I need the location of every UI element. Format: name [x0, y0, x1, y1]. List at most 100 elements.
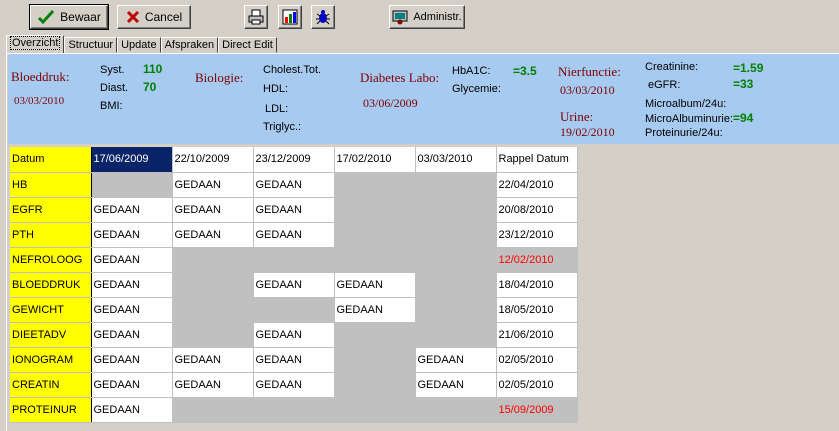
- grid-cell[interactable]: [334, 322, 416, 348]
- rappel-date-cell[interactable]: 12/02/2010: [496, 247, 578, 273]
- grid-cell[interactable]: [415, 322, 497, 348]
- grid-cell[interactable]: GEDAAN: [91, 272, 173, 298]
- rappel-date-cell[interactable]: 21/06/2010: [496, 322, 578, 348]
- microalbuminurie-value: =94: [733, 111, 754, 125]
- grid-cell[interactable]: [172, 322, 254, 348]
- row-label[interactable]: IONOGRAM: [10, 347, 92, 373]
- egfr-label: eGFR:: [648, 79, 681, 91]
- grid-cell[interactable]: GEDAAN: [172, 172, 254, 198]
- grid-cell[interactable]: GEDAAN: [172, 347, 254, 373]
- grid-cell[interactable]: [415, 222, 497, 248]
- grid-cell[interactable]: [91, 172, 173, 198]
- grid-cell[interactable]: [334, 397, 416, 423]
- grid-cell[interactable]: GEDAAN: [172, 197, 254, 223]
- grid-cell[interactable]: GEDAAN: [253, 197, 335, 223]
- admin-icon: [392, 10, 408, 25]
- rappel-date-cell[interactable]: 22/04/2010: [496, 172, 578, 198]
- tab-direct-edit[interactable]: Direct Edit: [218, 37, 277, 53]
- rappel-date-cell[interactable]: 02/05/2010: [496, 372, 578, 398]
- grid-cell[interactable]: [334, 247, 416, 273]
- cancel-button[interactable]: Cancel: [117, 5, 191, 29]
- syst-value: 110: [143, 62, 163, 76]
- rappel-date-cell[interactable]: 15/09/2009: [496, 397, 578, 423]
- table-row: HB GEDAAN GEDAAN 22/04/2010: [10, 172, 578, 198]
- rappel-date-cell[interactable]: 02/05/2010: [496, 347, 578, 373]
- row-label[interactable]: NEFROLOOG: [10, 247, 92, 273]
- grid-cell[interactable]: [334, 372, 416, 398]
- rappel-date-cell[interactable]: 18/04/2010: [496, 272, 578, 298]
- row-label[interactable]: BLOEDDRUK: [10, 272, 92, 298]
- row-label[interactable]: CREATIN: [10, 372, 92, 398]
- grid-cell[interactable]: GEDAAN: [91, 247, 173, 273]
- grid-cell[interactable]: GEDAAN: [91, 322, 173, 348]
- grid-cell[interactable]: GEDAAN: [253, 372, 335, 398]
- grid-date-header[interactable]: 17/02/2010: [334, 147, 416, 173]
- table-row: PTH GEDAAN GEDAAN GEDAAN 23/12/2010: [10, 222, 578, 248]
- grid-cell[interactable]: [415, 247, 497, 273]
- grid-cell[interactable]: GEDAAN: [334, 297, 416, 323]
- grid-date-header[interactable]: 22/10/2009: [172, 147, 254, 173]
- row-label[interactable]: EGFR: [10, 197, 92, 223]
- tab-structuur[interactable]: Structuur: [64, 37, 118, 53]
- bug-button[interactable]: [311, 5, 335, 29]
- grid-cell[interactable]: GEDAAN: [172, 372, 254, 398]
- grid-cell[interactable]: GEDAAN: [253, 222, 335, 248]
- grid-cell[interactable]: GEDAAN: [253, 172, 335, 198]
- table-row: CREATIN GEDAAN GEDAAN GEDAAN GEDAAN 02/05/201…: [10, 372, 578, 398]
- grid-date-header[interactable]: 03/03/2010: [415, 147, 497, 173]
- print-button[interactable]: [244, 5, 268, 29]
- admin-button[interactable]: Administr.: [389, 5, 465, 29]
- grid-cell[interactable]: GEDAAN: [91, 372, 173, 398]
- grid-cell[interactable]: [415, 397, 497, 423]
- row-label[interactable]: DIEETADV: [10, 322, 92, 348]
- grid-cell[interactable]: [253, 397, 335, 423]
- grid-cell[interactable]: [172, 297, 254, 323]
- row-label[interactable]: PTH: [10, 222, 92, 248]
- rappel-date-cell[interactable]: 23/12/2010: [496, 222, 578, 248]
- save-button[interactable]: Bewaar: [29, 4, 109, 30]
- grid-cell[interactable]: [334, 172, 416, 198]
- grid-cell[interactable]: GEDAAN: [415, 372, 497, 398]
- tab-update[interactable]: Update: [117, 37, 161, 53]
- row-label[interactable]: GEWICHT: [10, 297, 92, 323]
- grid-cell[interactable]: GEDAAN: [91, 197, 173, 223]
- grid-cell[interactable]: GEDAAN: [253, 347, 335, 373]
- cholest-label: Cholest.Tot.: [263, 64, 322, 76]
- row-label[interactable]: PROTEINUR: [10, 397, 92, 423]
- grid-cell[interactable]: [415, 172, 497, 198]
- grid-cell[interactable]: [334, 222, 416, 248]
- tab-overzicht[interactable]: Overzicht: [6, 35, 65, 53]
- grid-cell[interactable]: [172, 247, 254, 273]
- grid-cell[interactable]: [415, 197, 497, 223]
- triglyc-label: Triglyc.:: [263, 121, 302, 133]
- grid-cell[interactable]: [334, 197, 416, 223]
- grid-cell[interactable]: GEDAAN: [91, 297, 173, 323]
- grid-cell[interactable]: GEDAAN: [91, 222, 173, 248]
- chart-button[interactable]: [278, 5, 302, 29]
- bug-icon: [316, 10, 330, 25]
- grid-date-header[interactable]: 17/06/2009: [91, 147, 173, 173]
- grid-cell[interactable]: [172, 272, 254, 298]
- tab-afspraken[interactable]: Afspraken: [160, 37, 219, 53]
- grid-cell[interactable]: [415, 297, 497, 323]
- grid-cell[interactable]: GEDAAN: [172, 222, 254, 248]
- grid-cell[interactable]: GEDAAN: [91, 347, 173, 373]
- grid-cell[interactable]: [334, 347, 416, 373]
- grid-cell[interactable]: GEDAAN: [253, 322, 335, 348]
- proteinurie-label: Proteinurie/24u:: [645, 127, 723, 139]
- grid-cell[interactable]: GEDAAN: [91, 397, 173, 423]
- grid-date-header[interactable]: 23/12/2009: [253, 147, 335, 173]
- syst-label: Syst.: [100, 64, 125, 76]
- grid-cell[interactable]: GEDAAN: [334, 272, 416, 298]
- grid-cell[interactable]: [172, 397, 254, 423]
- rappel-date-cell[interactable]: 20/08/2010: [496, 197, 578, 223]
- grid-cell[interactable]: GEDAAN: [253, 272, 335, 298]
- grid-cell[interactable]: [253, 247, 335, 273]
- grid-cell[interactable]: [253, 297, 335, 323]
- row-label[interactable]: HB: [10, 172, 92, 198]
- grid-cell[interactable]: GEDAAN: [415, 347, 497, 373]
- grid-cell[interactable]: [415, 272, 497, 298]
- diast-value: 70: [143, 80, 157, 94]
- tab-bar: Overzicht Structuur Update Afspraken Dir…: [6, 35, 277, 53]
- rappel-date-cell[interactable]: 18/05/2010: [496, 297, 578, 323]
